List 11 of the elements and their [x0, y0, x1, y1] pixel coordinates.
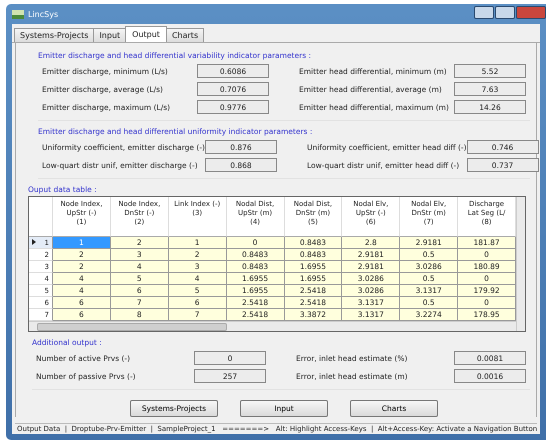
horizontal-scrollbar[interactable] — [29, 321, 516, 331]
maximize-icon[interactable] — [495, 6, 515, 19]
tab[interactable]: Systems-Projects — [14, 28, 94, 42]
vertical-scrollbar[interactable] — [516, 197, 525, 331]
tab[interactable]: Output — [125, 26, 167, 42]
tab[interactable]: Charts — [166, 28, 204, 42]
minimize-icon[interactable] — [474, 6, 494, 19]
current-row-icon — [32, 238, 36, 244]
tab[interactable]: Input — [93, 28, 126, 42]
app-icon — [12, 10, 24, 18]
window-title: LincSys — [28, 10, 58, 18]
